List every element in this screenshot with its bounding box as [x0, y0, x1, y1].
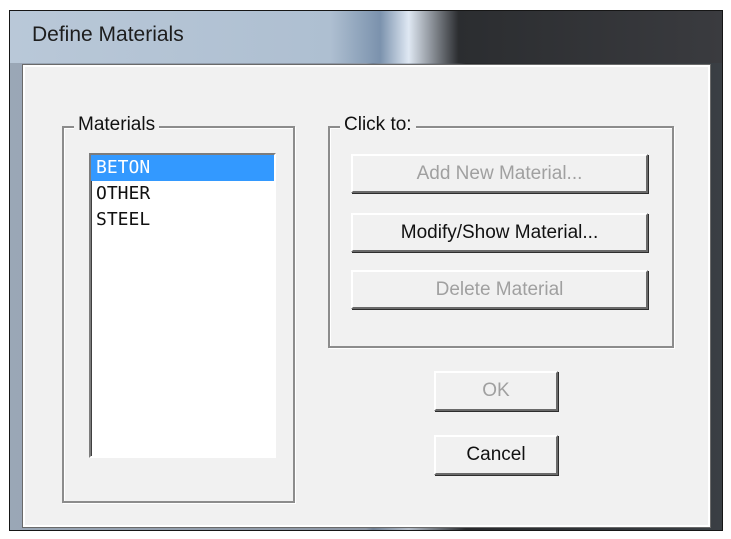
ok-label: OK	[482, 380, 510, 401]
ok-button[interactable]: OK	[434, 371, 558, 411]
modify-show-material-button[interactable]: Modify/Show Material...	[351, 213, 648, 252]
add-new-material-button[interactable]: Add New Material...	[351, 154, 648, 193]
materials-listbox[interactable]: BETON OTHER STEEL	[89, 153, 276, 458]
list-item-steel[interactable]: STEEL	[91, 207, 274, 233]
dialog-client-area: Materials BETON OTHER STEEL Click to: Ad…	[22, 64, 711, 528]
modify-show-material-label: Modify/Show Material...	[400, 222, 599, 243]
cancel-button[interactable]: Cancel	[434, 435, 558, 475]
define-materials-window: Define Materials Materials BETON OTHER S…	[9, 10, 723, 531]
add-new-material-label: Add New Material...	[416, 163, 583, 184]
materials-group-label: Materials	[74, 114, 160, 136]
title-bar[interactable]: Define Materials	[10, 11, 722, 63]
click-to-group-label: Click to:	[340, 114, 416, 136]
window-title: Define Materials	[32, 23, 184, 46]
delete-material-button[interactable]: Delete Material	[351, 270, 648, 309]
delete-material-label: Delete Material	[435, 279, 564, 300]
cancel-label: Cancel	[466, 444, 526, 465]
list-item-beton[interactable]: BETON	[91, 155, 274, 181]
list-item-other[interactable]: OTHER	[91, 181, 274, 207]
